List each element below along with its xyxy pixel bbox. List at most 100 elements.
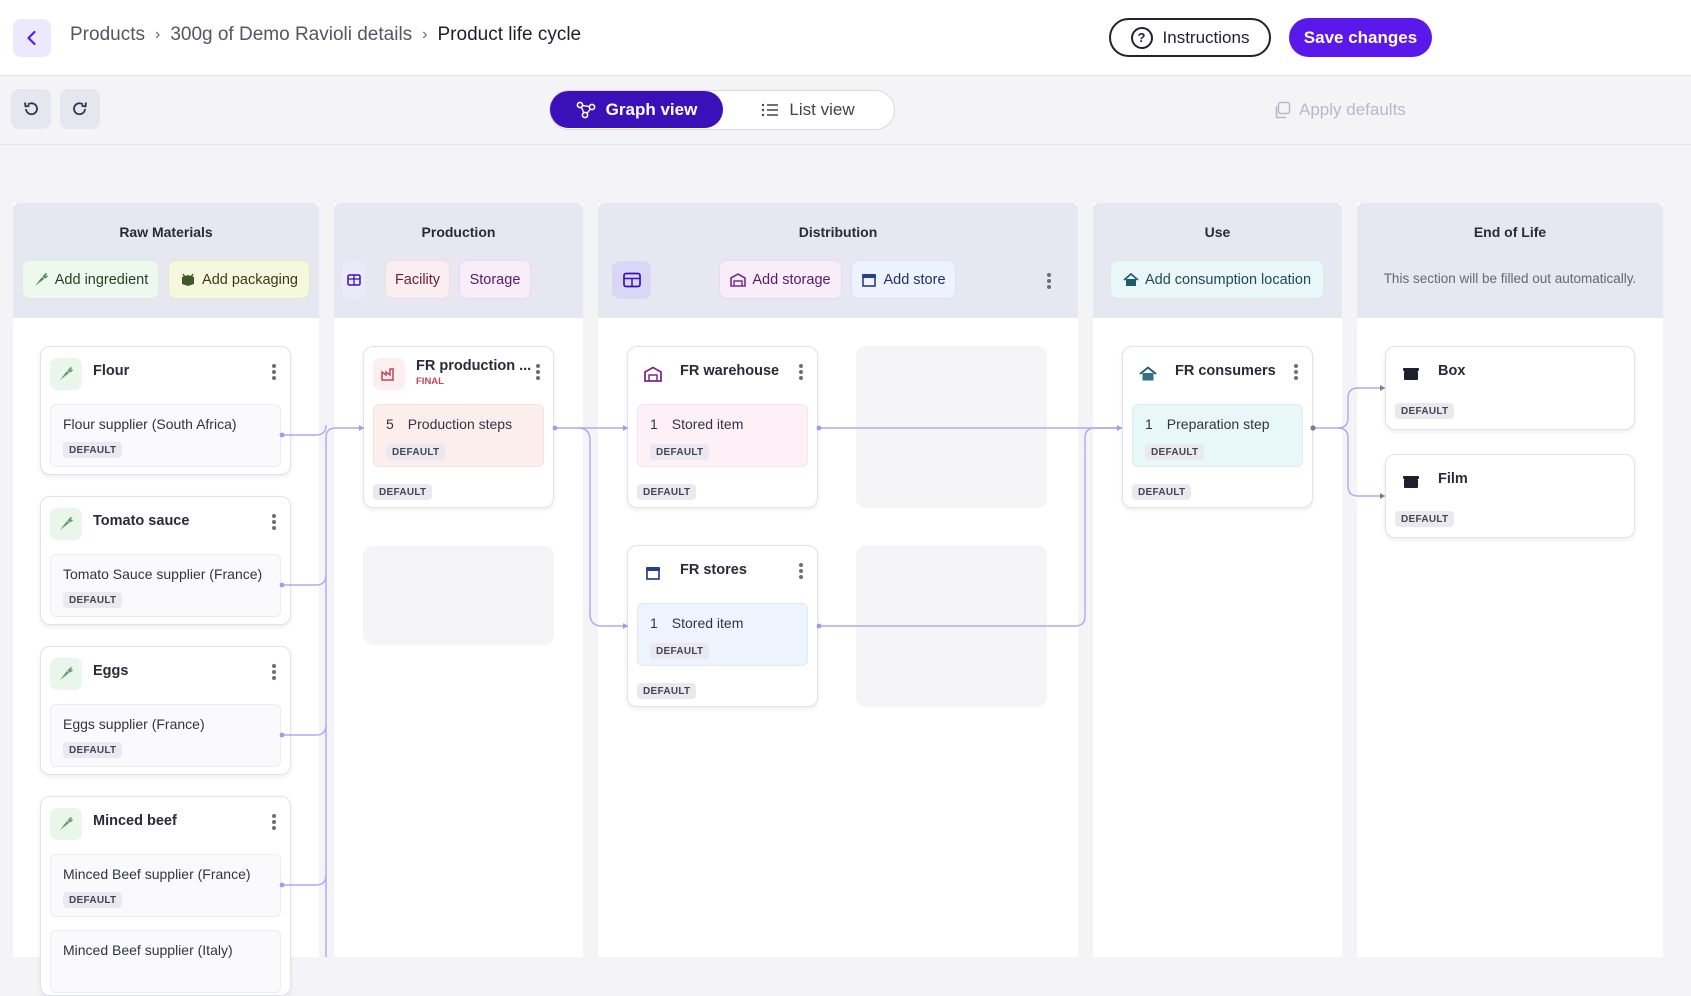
add-packaging-label: Add packaging bbox=[202, 271, 298, 288]
stored-item-text: 1 Stored item bbox=[650, 416, 743, 432]
add-consumption-location-label: Add consumption location bbox=[1144, 271, 1312, 288]
more-options-icon[interactable] bbox=[794, 362, 808, 382]
end-of-life-card-film[interactable]: Film DEFAULT bbox=[1385, 454, 1635, 538]
package-icon bbox=[182, 273, 195, 286]
ingredient-card-eggs[interactable]: Eggs Eggs supplier (France) DEFAULT bbox=[40, 646, 291, 775]
chevron-left-icon bbox=[27, 30, 36, 46]
breadcrumb-products[interactable]: Products bbox=[70, 24, 145, 46]
breadcrumb-current: Product life cycle bbox=[437, 24, 582, 45]
bin-icon bbox=[1395, 358, 1427, 390]
stored-item-text: 1 Stored item bbox=[650, 615, 743, 631]
carrot-icon bbox=[50, 508, 82, 540]
ingredient-card-tomato-sauce[interactable]: Tomato sauce Tomato Sauce supplier (Fran… bbox=[40, 496, 291, 625]
warehouse-icon bbox=[730, 272, 747, 287]
default-badge: DEFAULT bbox=[386, 444, 446, 460]
more-options-icon[interactable] bbox=[1289, 362, 1303, 382]
save-changes-label: Save changes bbox=[1303, 27, 1418, 47]
auto-fill-note: This section will be filled out automati… bbox=[1383, 271, 1637, 286]
store-card-fr-stores[interactable]: FR stores 1 Stored item DEFAULT DEFAULT bbox=[627, 545, 818, 707]
empty-slot[interactable] bbox=[363, 546, 554, 645]
steps-count: 5 bbox=[386, 416, 394, 432]
empty-slot[interactable] bbox=[856, 346, 1047, 508]
default-badge: DEFAULT bbox=[650, 643, 710, 659]
back-button[interactable] bbox=[13, 19, 51, 57]
add-consumption-location-button[interactable]: Add consumption location bbox=[1110, 260, 1324, 299]
carrot-icon bbox=[50, 808, 82, 840]
column-title: Distribution bbox=[798, 224, 878, 240]
save-changes-button[interactable]: Save changes bbox=[1289, 18, 1432, 57]
supplier-name: Flour supplier (South Africa) bbox=[63, 416, 237, 432]
default-badge: DEFAULT bbox=[637, 484, 697, 500]
production-steps-row[interactable]: 5 Production steps DEFAULT bbox=[373, 404, 544, 467]
supplier-row[interactable]: Minced Beef supplier (France) DEFAULT bbox=[50, 854, 281, 917]
column-end-of-life: End of Life This section will be filled … bbox=[1357, 203, 1663, 957]
bin-icon bbox=[1395, 466, 1427, 498]
facility-card-fr-production[interactable]: FR production ... FINAL 5 Production step… bbox=[363, 346, 554, 508]
column-distribution: Distribution Add storage Add store FR wa… bbox=[598, 203, 1078, 957]
end-of-life-card-box[interactable]: Box DEFAULT bbox=[1385, 346, 1635, 430]
list-view-button[interactable]: List view bbox=[723, 91, 893, 128]
default-badge: DEFAULT bbox=[650, 444, 710, 460]
top-bar: Products › 300g of Demo Ravioli details … bbox=[0, 0, 1691, 76]
column-header: Production Facility Storage bbox=[334, 203, 583, 318]
item-count: 1 bbox=[650, 615, 658, 631]
more-options-icon[interactable] bbox=[267, 662, 281, 682]
column-header: End of Life This section will be filled … bbox=[1357, 203, 1663, 318]
supplier-row[interactable]: Flour supplier (South Africa) DEFAULT bbox=[50, 404, 281, 467]
factory-icon bbox=[373, 358, 405, 390]
more-options-icon[interactable] bbox=[1042, 271, 1056, 291]
more-options-icon[interactable] bbox=[794, 561, 808, 581]
card-title: FR stores bbox=[680, 562, 747, 578]
apply-defaults-button[interactable]: Apply defaults bbox=[1273, 100, 1406, 120]
default-badge: DEFAULT bbox=[373, 484, 433, 500]
redo-button[interactable] bbox=[60, 89, 100, 129]
default-badge: DEFAULT bbox=[63, 442, 123, 458]
home-icon bbox=[1123, 272, 1139, 286]
add-ingredient-button[interactable]: Add ingredient bbox=[22, 260, 159, 299]
ingredient-card-flour[interactable]: Flour Flour supplier (South Africa) DEFA… bbox=[40, 346, 291, 475]
supplier-row[interactable]: Eggs supplier (France) DEFAULT bbox=[50, 704, 281, 767]
table-icon[interactable] bbox=[342, 261, 365, 299]
item-count: 1 bbox=[650, 416, 658, 432]
supplier-name: Tomato Sauce supplier (France) bbox=[63, 566, 263, 582]
graph-view-button[interactable]: Graph view bbox=[550, 91, 723, 128]
final-tag: FINAL bbox=[416, 376, 444, 387]
more-options-icon[interactable] bbox=[267, 512, 281, 532]
ingredient-card-minced-beef[interactable]: Minced beef Minced Beef supplier (France… bbox=[40, 796, 291, 996]
consumption-card-fr-consumers[interactable]: FR consumers 1 Preparation step DEFAULT D… bbox=[1122, 346, 1313, 508]
steps-label: Production steps bbox=[407, 416, 513, 432]
column-title: Use bbox=[1204, 224, 1231, 240]
add-storage-button[interactable]: Storage bbox=[459, 260, 531, 299]
preparation-step-text: 1 Preparation step bbox=[1145, 416, 1270, 432]
table-icon[interactable] bbox=[612, 261, 651, 299]
stored-item-row[interactable]: 1 Stored item DEFAULT bbox=[637, 603, 808, 666]
graph-icon bbox=[576, 101, 596, 118]
stored-item-row[interactable]: 1 Stored item DEFAULT bbox=[637, 404, 808, 467]
add-packaging-button[interactable]: Add packaging bbox=[168, 260, 310, 299]
preparation-step-row[interactable]: 1 Preparation step DEFAULT bbox=[1132, 404, 1303, 467]
item-count: 1 bbox=[1145, 416, 1153, 432]
instructions-button[interactable]: ? Instructions bbox=[1109, 18, 1271, 57]
card-title: Box bbox=[1438, 363, 1466, 379]
add-store-button[interactable]: Add store bbox=[851, 260, 956, 299]
add-storage-button[interactable]: Add storage bbox=[719, 260, 842, 299]
add-storage-label: Add storage bbox=[752, 271, 831, 288]
empty-slot[interactable] bbox=[856, 545, 1047, 707]
card-title: Minced beef bbox=[93, 813, 177, 829]
add-ingredient-label: Add ingredient bbox=[54, 271, 149, 288]
column-header: Use Add consumption location bbox=[1093, 203, 1342, 318]
carrot-icon bbox=[50, 358, 82, 390]
undo-button[interactable] bbox=[11, 89, 51, 129]
more-options-icon[interactable] bbox=[267, 812, 281, 832]
supplier-name: Minced Beef supplier (Italy) bbox=[63, 942, 233, 958]
default-badge: DEFAULT bbox=[63, 592, 123, 608]
more-options-icon[interactable] bbox=[267, 362, 281, 382]
storage-card-fr-warehouse[interactable]: FR warehouse 1 Stored item DEFAULT DEFAUL… bbox=[627, 346, 818, 508]
breadcrumb-product-details[interactable]: 300g of Demo Ravioli details bbox=[170, 24, 412, 46]
supplier-row[interactable]: Tomato Sauce supplier (France) DEFAULT bbox=[50, 554, 281, 617]
add-facility-button[interactable]: Facility bbox=[385, 260, 450, 299]
card-title: Film bbox=[1438, 471, 1468, 487]
default-badge: DEFAULT bbox=[1145, 444, 1205, 460]
more-options-icon[interactable] bbox=[531, 362, 545, 382]
supplier-row[interactable]: Minced Beef supplier (Italy) bbox=[50, 930, 281, 993]
